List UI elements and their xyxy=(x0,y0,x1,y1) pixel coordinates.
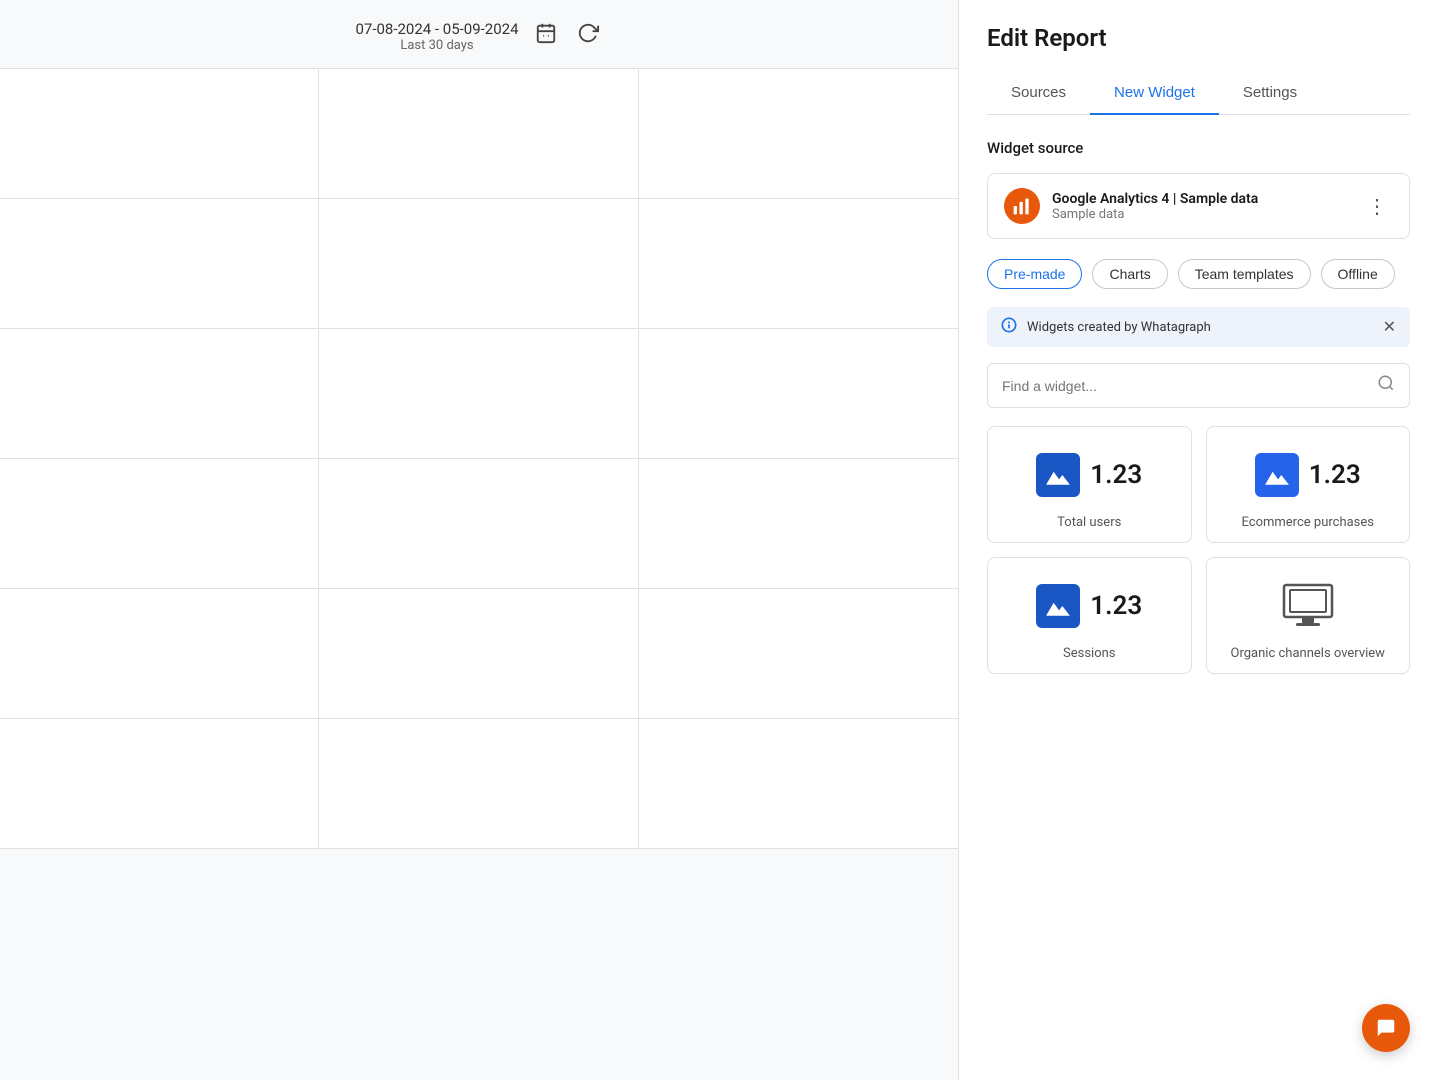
grid-cell xyxy=(319,199,638,329)
grid-cell xyxy=(639,589,958,719)
grid-cell xyxy=(639,719,958,849)
search-input[interactable] xyxy=(1002,378,1369,394)
grid-cell xyxy=(319,719,638,849)
chat-icon xyxy=(1375,1017,1397,1039)
source-name: Google Analytics 4 | Sample data xyxy=(1052,191,1349,207)
widget-icon-ecommerce xyxy=(1255,453,1299,497)
calendar-button[interactable] xyxy=(531,18,561,54)
left-panel: 07-08-2024 - 05-09-2024 Last 30 days xyxy=(0,0,958,1080)
grid-cell xyxy=(639,329,958,459)
widget-icon-sessions xyxy=(1036,584,1080,628)
chat-fab-button[interactable] xyxy=(1362,1004,1410,1052)
search-icon xyxy=(1377,374,1395,392)
source-sub: Sample data xyxy=(1052,207,1349,222)
widget-preview: 1.23 xyxy=(1255,445,1361,505)
monitor-icon xyxy=(1280,581,1336,631)
widget-preview xyxy=(1280,576,1336,636)
date-range-block: 07-08-2024 - 05-09-2024 Last 30 days xyxy=(355,20,518,53)
widget-label-sessions: Sessions xyxy=(1063,646,1116,661)
tab-sources[interactable]: Sources xyxy=(987,72,1090,115)
widget-label-organic-channels: Organic channels overview xyxy=(1231,646,1385,661)
grid-cell xyxy=(0,69,319,199)
grid-cell xyxy=(0,459,319,589)
source-icon xyxy=(1004,188,1040,224)
panel-body: Widget source Google Analytics 4 | Sampl… xyxy=(959,115,1438,1080)
top-bar: 07-08-2024 - 05-09-2024 Last 30 days xyxy=(0,0,958,68)
chip-team-templates[interactable]: Team templates xyxy=(1178,259,1311,289)
source-menu-button[interactable]: ⋮ xyxy=(1361,192,1393,221)
tab-new-widget[interactable]: New Widget xyxy=(1090,72,1219,115)
panel-header: Edit Report Sources New Widget Settings xyxy=(959,0,1438,115)
search-box xyxy=(987,363,1410,408)
right-panel: Edit Report Sources New Widget Settings … xyxy=(958,0,1438,1080)
grid-cell xyxy=(639,69,958,199)
widget-preview: 1.23 xyxy=(1036,445,1142,505)
refresh-button[interactable] xyxy=(573,18,603,54)
grid-cell xyxy=(0,199,319,329)
widget-icon-total-users xyxy=(1036,453,1080,497)
refresh-icon xyxy=(577,22,599,44)
date-sub-label: Last 30 days xyxy=(355,38,518,53)
widget-card-total-users[interactable]: 1.23 Total users xyxy=(987,426,1192,543)
widget-label-ecommerce: Ecommerce purchases xyxy=(1242,515,1375,530)
info-close-button[interactable]: ✕ xyxy=(1383,317,1396,337)
widget-card-organic-channels[interactable]: Organic channels overview xyxy=(1206,557,1411,674)
tabs-bar: Sources New Widget Settings xyxy=(987,72,1410,115)
date-range-text: 07-08-2024 - 05-09-2024 xyxy=(355,20,518,38)
filter-chips: Pre-made Charts Team templates Offline xyxy=(987,259,1410,289)
chip-pre-made[interactable]: Pre-made xyxy=(987,259,1082,289)
widget-card-ecommerce[interactable]: 1.23 Ecommerce purchases xyxy=(1206,426,1411,543)
widget-number-sessions: 1.23 xyxy=(1090,591,1142,621)
chip-charts[interactable]: Charts xyxy=(1092,259,1167,289)
widget-label-total-users: Total users xyxy=(1057,515,1121,530)
search-button[interactable] xyxy=(1377,374,1395,397)
source-card: Google Analytics 4 | Sample data Sample … xyxy=(987,173,1410,239)
calendar-icon xyxy=(535,22,557,44)
mountain-icon-3 xyxy=(1045,593,1071,619)
widget-card-sessions[interactable]: 1.23 Sessions xyxy=(987,557,1192,674)
info-banner: Widgets created by Whatagraph ✕ xyxy=(987,307,1410,347)
widgets-grid: 1.23 Total users 1.23 Ecommerce purchase… xyxy=(987,426,1410,674)
report-grid xyxy=(0,68,958,849)
grid-cell xyxy=(319,459,638,589)
widget-number-ecommerce: 1.23 xyxy=(1309,460,1361,490)
mountain-icon-2 xyxy=(1264,462,1290,488)
grid-cell xyxy=(0,589,319,719)
info-icon xyxy=(1001,317,1017,337)
grid-cell xyxy=(319,69,638,199)
mountain-icon xyxy=(1045,462,1071,488)
widget-source-label: Widget source xyxy=(987,139,1410,157)
grid-cell xyxy=(639,459,958,589)
grid-cell xyxy=(319,589,638,719)
grid-cell xyxy=(319,329,638,459)
tab-settings[interactable]: Settings xyxy=(1219,72,1321,115)
analytics-icon xyxy=(1012,196,1032,216)
grid-cell xyxy=(0,719,319,849)
grid-cell xyxy=(0,329,319,459)
panel-title: Edit Report xyxy=(987,24,1410,52)
widget-number-total-users: 1.23 xyxy=(1090,460,1142,490)
source-info: Google Analytics 4 | Sample data Sample … xyxy=(1052,191,1349,222)
widget-preview: 1.23 xyxy=(1036,576,1142,636)
chip-offline[interactable]: Offline xyxy=(1321,259,1395,289)
grid-cell xyxy=(639,199,958,329)
info-text: Widgets created by Whatagraph xyxy=(1027,320,1373,335)
